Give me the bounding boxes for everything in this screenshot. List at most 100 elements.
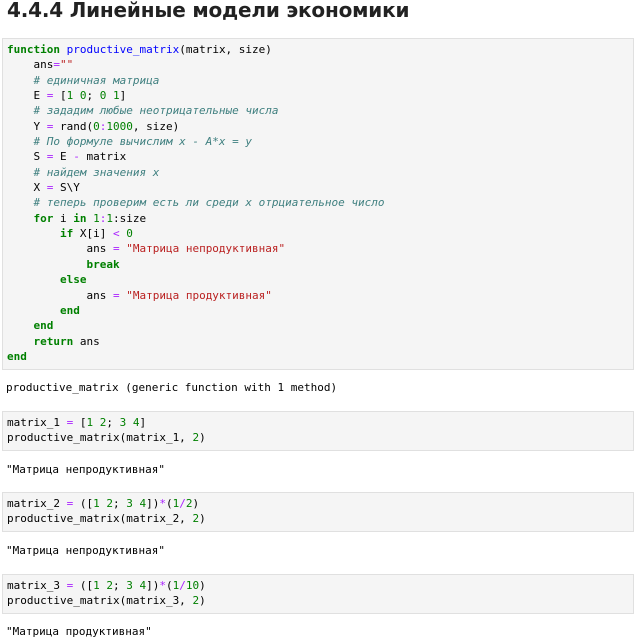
code-text: ([ bbox=[73, 579, 94, 592]
keyword: else bbox=[59, 273, 87, 287]
code-text: productive_matrix(matrix_2, bbox=[7, 512, 193, 526]
cell-output: "Матрица непродуктивная" bbox=[6, 544, 165, 557]
code-text: ([ bbox=[73, 497, 94, 510]
code-text: matrix bbox=[79, 150, 127, 164]
keyword: end bbox=[33, 319, 54, 333]
number: 0 bbox=[126, 227, 133, 241]
code-text: ans bbox=[7, 242, 113, 256]
code-text: X bbox=[7, 181, 47, 195]
number: 1000 bbox=[106, 119, 133, 133]
comment: # единичная матрица bbox=[7, 73, 160, 87]
code-text: ; bbox=[112, 579, 127, 592]
code-text: ans bbox=[7, 288, 113, 302]
number: 0 bbox=[93, 119, 100, 133]
number: 2 bbox=[106, 579, 113, 592]
number: 1 bbox=[106, 211, 113, 225]
code-editor[interactable]: matrix_2 = ([1 2; 3 4])*(1/2) productive… bbox=[3, 493, 633, 530]
comment: # зададим любые неотрицательные числа bbox=[7, 104, 279, 118]
operator: / bbox=[179, 497, 186, 510]
code-text: E bbox=[53, 150, 74, 164]
code-text: ; bbox=[86, 89, 100, 103]
function-name: productive_matrix bbox=[66, 43, 180, 56]
keyword: end bbox=[59, 303, 80, 317]
code-text: matrix_3 bbox=[7, 579, 67, 592]
cell-output: "Матрица продуктивная" bbox=[6, 625, 152, 638]
code-cell-matrix-1[interactable]: matrix_1 = [1 2; 3 4] productive_matrix(… bbox=[2, 411, 634, 451]
cell-output: "Матрица непродуктивная" bbox=[6, 463, 165, 476]
code-editor[interactable]: function productive_matrix(matrix, size)… bbox=[3, 39, 633, 367]
string: "Матрица непродуктивная" bbox=[126, 242, 286, 256]
code-text: E bbox=[7, 89, 47, 103]
operator: = bbox=[53, 58, 60, 72]
code-cell-function[interactable]: function productive_matrix(matrix, size)… bbox=[2, 38, 634, 370]
keyword: function bbox=[7, 43, 60, 56]
number: 1 bbox=[93, 579, 100, 592]
code-text: productive_matrix(matrix_1, bbox=[7, 431, 193, 445]
code-text: ]) bbox=[146, 579, 160, 592]
comment: # найдем значения x bbox=[7, 165, 160, 179]
code-editor[interactable]: matrix_3 = ([1 2; 3 4])*(1/10) productiv… bbox=[3, 575, 633, 612]
number: 1 bbox=[93, 497, 100, 510]
code-text: ) bbox=[199, 579, 206, 592]
code-text: Y bbox=[7, 119, 47, 133]
number: 3 bbox=[126, 579, 133, 592]
string: "" bbox=[59, 58, 74, 72]
code-text: i bbox=[53, 211, 74, 225]
code-cell-matrix-3[interactable]: matrix_3 = ([1 2; 3 4])*(1/10) productiv… bbox=[2, 574, 634, 614]
keyword: end bbox=[7, 349, 27, 363]
code-text: ) bbox=[199, 431, 206, 445]
code-text: productive_matrix(matrix_3, bbox=[7, 594, 193, 608]
code-text: matrix_2 bbox=[7, 497, 67, 510]
code-editor[interactable]: matrix_1 = [1 2; 3 4] productive_matrix(… bbox=[3, 412, 633, 449]
section-heading: 4.4.4 Линейные модели экономики bbox=[7, 0, 410, 22]
code-text: ) bbox=[192, 497, 200, 510]
code-text: ) bbox=[199, 512, 206, 526]
code-text: matrix_1 bbox=[7, 416, 67, 429]
keyword: break bbox=[86, 257, 120, 271]
cell-output: productive_matrix (generic function with… bbox=[6, 381, 338, 394]
operator: / bbox=[179, 579, 186, 592]
code-text: ; bbox=[112, 497, 127, 510]
code-text: (matrix, size) bbox=[179, 43, 272, 56]
keyword: return bbox=[33, 334, 74, 348]
code-text: ; bbox=[106, 416, 120, 429]
operator: - bbox=[73, 150, 80, 164]
code-text: ] bbox=[139, 416, 147, 429]
code-text: :size bbox=[113, 211, 147, 225]
code-text: ) bbox=[199, 594, 206, 608]
code-text: S\Y bbox=[53, 181, 80, 195]
keyword: in bbox=[73, 211, 87, 225]
comment: # теперь проверим есть ли среди x отрциа… bbox=[7, 196, 385, 210]
number: 10 bbox=[185, 579, 200, 592]
string: "Матрица продуктивная" bbox=[126, 288, 272, 302]
number: 1 bbox=[113, 89, 120, 103]
code-text: S bbox=[7, 150, 47, 164]
operator: * bbox=[159, 497, 166, 510]
operator: = bbox=[112, 288, 120, 302]
code-text: ( bbox=[165, 579, 173, 592]
comment: # По формуле вычислим x - A*x = y bbox=[7, 135, 253, 149]
code-text: ans bbox=[7, 58, 54, 72]
number: 1 bbox=[93, 211, 100, 225]
code-text: rand( bbox=[53, 119, 94, 133]
code-text: , size) bbox=[132, 119, 180, 133]
code-text: ]) bbox=[146, 497, 160, 510]
code-text: [ bbox=[53, 89, 67, 103]
keyword: for bbox=[33, 211, 54, 225]
number: 3 bbox=[126, 497, 133, 510]
operator: * bbox=[159, 579, 166, 592]
number: 0 bbox=[79, 89, 87, 103]
code-text: ] bbox=[119, 89, 127, 103]
code-cell-matrix-2[interactable]: matrix_2 = ([1 2; 3 4])*(1/2) productive… bbox=[2, 492, 634, 532]
operator: < bbox=[112, 227, 120, 241]
